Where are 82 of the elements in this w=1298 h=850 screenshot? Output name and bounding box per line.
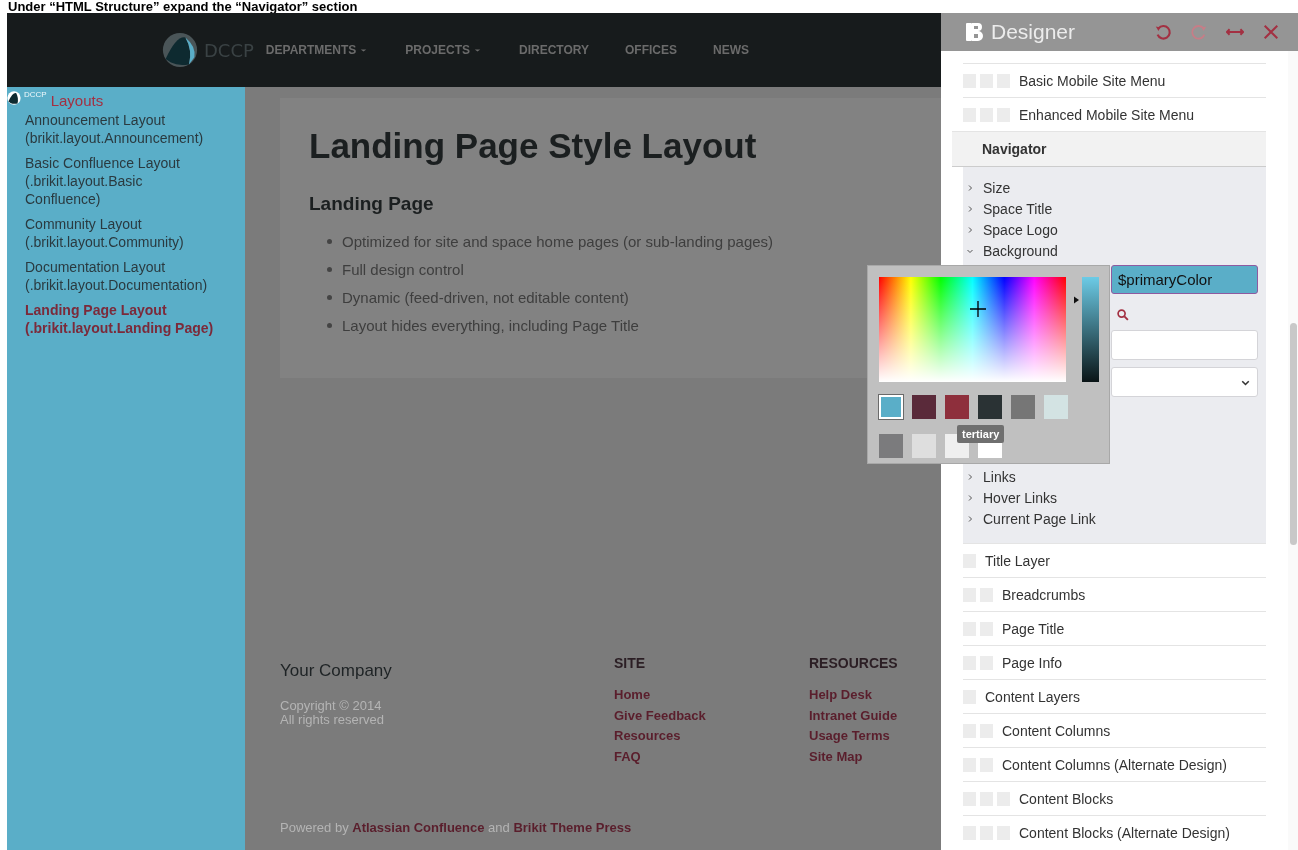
dropdown[interactable] <box>1111 367 1258 397</box>
navigator-item[interactable]: Links <box>983 468 1016 485</box>
color-swatch[interactable] <box>945 395 969 419</box>
bullet-icon <box>327 322 332 328</box>
footer-link[interactable]: Resources <box>614 726 681 747</box>
caption-text: Under “HTML Structure” expand the “Navigator” section <box>7 0 359 13</box>
nav-link[interactable]: NEWS <box>713 43 750 57</box>
footer-link[interactable]: Intranet Guide <box>809 705 898 726</box>
layer-item[interactable]: Content Blocks (Alternate Design) <box>1019 824 1230 841</box>
copyright-text: All rights reserved <box>280 713 385 727</box>
footer-link[interactable]: Brikit Theme Press <box>513 820 632 835</box>
footer-link[interactable]: Usage Terms <box>809 726 890 747</box>
powered-by-text: Powered by Atlassian Confluence and Brikit Theme Press <box>280 820 632 835</box>
bullet-icon <box>327 266 332 272</box>
layer-item[interactable]: Enhanced Mobile Site Menu <box>1019 106 1195 123</box>
footer-link[interactable]: Atlassian Confluence <box>352 820 485 835</box>
navigator-item[interactable]: Current Page Link <box>983 510 1096 527</box>
bullet-text: Full design control <box>342 260 464 278</box>
bullet-text: Optimized for site and space home pages (or sub-landing pages) <box>342 232 774 250</box>
logo-icon <box>965 22 985 42</box>
color-swatch[interactable] <box>1044 395 1068 419</box>
page-heading: Landing Page Style Layout <box>309 126 758 166</box>
sidebar-link[interactable]: Documentation Layout (.brikit.layout.Documentation) <box>7 258 245 294</box>
footer-link[interactable]: Help Desk <box>809 685 872 706</box>
color-value-field[interactable]: $primaryColor <box>1111 265 1258 294</box>
shade-slider[interactable] <box>1082 277 1099 382</box>
color-swatch[interactable] <box>879 434 903 458</box>
nav-link[interactable]: PROJECTS <box>405 43 483 57</box>
section-heading: Landing Page <box>309 193 435 215</box>
navigator-item[interactable]: Background <box>983 242 1058 259</box>
color-swatch[interactable] <box>912 434 936 458</box>
sidebar-link[interactable]: Community Layout (.brikit.layout.Community) <box>7 215 245 251</box>
footer-link[interactable]: Site Map <box>809 746 863 767</box>
close-icon[interactable] <box>1262 23 1280 41</box>
sidebar-title[interactable]: Layouts <box>50 92 104 109</box>
input-field[interactable] <box>1111 330 1258 360</box>
copyright-text: Copyright © 2014 <box>280 699 383 713</box>
color-swatch[interactable] <box>978 395 1002 419</box>
footer-heading: SITE <box>614 655 646 671</box>
designer-title: Designer <box>991 20 1076 44</box>
navigator-item[interactable]: Space Logo <box>983 221 1058 238</box>
logo-icon[interactable] <box>162 32 198 68</box>
sidebar-link[interactable]: Landing Page Layout (.brikit.layout.Landing Page) <box>7 301 245 337</box>
sidebar-link[interactable]: Announcement Layout (brikit.layout.Announcement) <box>7 111 245 147</box>
navigator-item[interactable]: Size <box>983 179 1011 196</box>
nav-link[interactable]: DEPARTMENTS <box>265 43 370 57</box>
undo-icon[interactable] <box>1154 23 1172 41</box>
footer-link[interactable]: Give Feedback <box>614 705 706 726</box>
footer-link[interactable]: Home <box>614 685 651 706</box>
layer-item[interactable]: Content Columns <box>1002 722 1111 739</box>
logo-icon <box>7 91 21 105</box>
bullet-icon <box>327 238 332 244</box>
color-swatch[interactable] <box>879 395 903 419</box>
navigator-item[interactable]: Space Title <box>983 200 1053 217</box>
navigator-header[interactable]: Navigator <box>952 131 1266 167</box>
layer-item[interactable]: Page Info <box>1002 654 1062 671</box>
layer-item[interactable]: Breadcrumbs <box>1002 586 1086 603</box>
footer-link[interactable]: FAQ <box>614 746 641 767</box>
logo-text: DCCP <box>24 90 47 99</box>
layer-item[interactable]: Content Columns (Alternate Design) <box>1002 756 1227 773</box>
crosshair-icon <box>968 299 988 319</box>
nav-link[interactable]: DIRECTORY <box>519 43 589 57</box>
footer-heading: RESOURCES <box>809 655 898 671</box>
bullet-text: Dynamic (feed-driven, not editable content) <box>342 288 629 306</box>
layer-item[interactable]: Content Layers <box>985 688 1080 705</box>
bullet-text: Layout hides everything, including Page Title <box>342 316 639 334</box>
tooltip: tertiary <box>957 425 1005 443</box>
color-spectrum[interactable] <box>879 277 1066 382</box>
layer-item[interactable]: Content Blocks <box>1019 790 1114 807</box>
sidebar-link[interactable]: Basic Confluence Layout (.brikit.layout.Basic Confluence) <box>7 154 245 208</box>
scrollbar-thumb[interactable] <box>1290 323 1297 545</box>
layer-item[interactable]: Page Title <box>1002 620 1065 637</box>
redo-icon[interactable] <box>1190 23 1208 41</box>
navigator-item[interactable]: Hover Links <box>983 489 1057 506</box>
company-name: Your Company <box>280 661 392 681</box>
nav-link[interactable]: OFFICES <box>625 43 678 57</box>
color-swatch[interactable] <box>1011 395 1035 419</box>
layer-item[interactable]: Title Layer <box>985 552 1050 569</box>
search-icon[interactable] <box>1116 308 1130 322</box>
bullet-icon <box>327 294 332 300</box>
color-swatch[interactable] <box>912 395 936 419</box>
layer-item[interactable]: Basic Mobile Site Menu <box>1019 72 1166 89</box>
